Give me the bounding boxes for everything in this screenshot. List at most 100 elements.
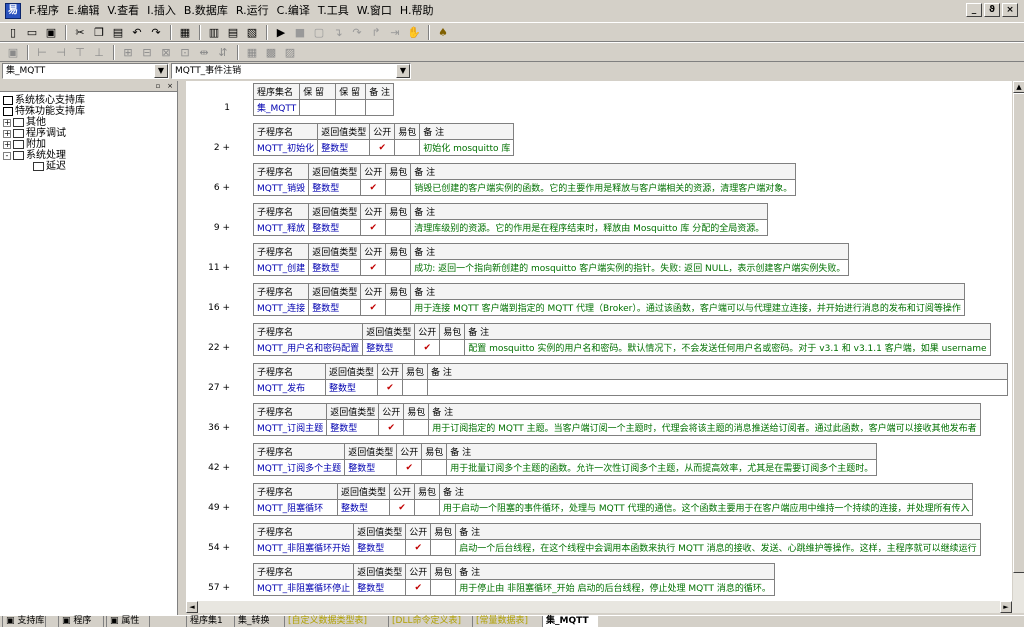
- public-check-icon[interactable]: ✔: [378, 419, 405, 436]
- undo-icon[interactable]: ↶: [128, 24, 146, 41]
- hand-icon[interactable]: ✋: [405, 24, 423, 41]
- menu-item-3[interactable]: I.插入: [143, 2, 180, 20]
- center-horizontal-icon[interactable]: ⊞: [119, 44, 137, 61]
- space-vertical-icon[interactable]: ⇵: [214, 44, 232, 61]
- expand-icon[interactable]: +: [3, 118, 11, 127]
- line-number[interactable]: 42 +: [190, 463, 230, 473]
- line-number[interactable]: 9 +: [190, 223, 230, 233]
- easy-pack-cell[interactable]: [421, 459, 448, 476]
- find-icon[interactable]: ▦: [176, 24, 194, 41]
- same-height-icon[interactable]: ⊡: [176, 44, 194, 61]
- note-cell[interactable]: 配置 mosquitto 实例的用户名和密码。默认情况下，不会发送任何用户名或密…: [464, 339, 991, 356]
- center-vertical-icon[interactable]: ⊟: [138, 44, 156, 61]
- tree-item[interactable]: - 系统处理: [3, 150, 177, 161]
- run-icon[interactable]: ▶: [272, 24, 290, 41]
- panel-close-icon[interactable]: ×: [166, 82, 174, 90]
- subroutine-name[interactable]: MQTT_发布: [253, 379, 326, 396]
- public-check-icon[interactable]: ✔: [360, 219, 387, 236]
- menu-item-1[interactable]: E.编辑: [63, 2, 103, 20]
- menu-item-8[interactable]: W.窗口: [353, 2, 396, 20]
- menu-item-0[interactable]: F.程序: [25, 2, 63, 20]
- note-cell[interactable]: 启动一个后台线程，在这个线程中会调用本函数来执行 MQTT 消息的接收、发送、心…: [455, 539, 981, 556]
- layout-icon[interactable]: ▤: [224, 24, 242, 41]
- table-row[interactable]: MQTT_创建 整数型 ✔ 成功: 返回一个指向新创建的 mosquitto 客户端实…: [252, 259, 850, 276]
- tree-item[interactable]: 特殊功能支持库: [3, 106, 177, 117]
- table-row[interactable]: MQTT_连接 整数型 ✔ 用于连接 MQTT 客户端到指定的 MQTT 代理（Bro…: [252, 299, 965, 316]
- save-icon[interactable]: ▣: [42, 24, 60, 41]
- subroutine-name[interactable]: MQTT_阻塞循环: [253, 499, 338, 516]
- run-to-cursor-icon[interactable]: ⇥: [386, 24, 404, 41]
- file-tab-3[interactable]: [DLL命令定义表]: [388, 616, 470, 627]
- subroutine-combo[interactable]: MQTT_事件注销 ▼: [171, 63, 411, 79]
- layout-icon[interactable]: ▧: [243, 24, 261, 41]
- table-row[interactable]: MQTT_订阅多个主题 整数型 ✔ 用于批量订阅多个主题的函数。允许一次性订阅多个主题…: [252, 459, 878, 476]
- line-number[interactable]: 27 +: [190, 383, 230, 393]
- align-bottom-icon[interactable]: ⊥: [90, 44, 108, 61]
- line-number[interactable]: 54 +: [190, 543, 230, 553]
- subroutine-name[interactable]: MQTT_订阅主题: [252, 419, 328, 436]
- align-right-icon[interactable]: ⊣: [52, 44, 70, 61]
- subroutine-name[interactable]: MQTT_连接: [252, 299, 310, 316]
- file-tab-5[interactable]: 集_MQTT: [542, 616, 598, 627]
- note-cell[interactable]: 用于停止由 非阻塞循环_开始 启动的后台线程，停止处理 MQTT 消息的循环。: [455, 579, 775, 596]
- same-width-icon[interactable]: ⊠: [157, 44, 175, 61]
- binoculars-icon[interactable]: ♠: [434, 24, 452, 41]
- menu-item-4[interactable]: B.数据库: [180, 2, 232, 20]
- easy-pack-cell[interactable]: [402, 379, 429, 396]
- note-cell[interactable]: 用于订阅指定的 MQTT 主题。当客户端订阅一个主题时，代理会将该主题的消息推送…: [428, 419, 981, 436]
- chevron-down-icon[interactable]: ▼: [396, 64, 410, 78]
- menu-item-9[interactable]: H.帮助: [396, 2, 438, 20]
- panel-pin-icon[interactable]: ▫: [154, 82, 162, 90]
- grid-icon[interactable]: ▩: [262, 44, 280, 61]
- return-type[interactable]: 整数型: [308, 219, 362, 236]
- step-icon[interactable]: ▢: [310, 24, 328, 41]
- redo-icon[interactable]: ↷: [147, 24, 165, 41]
- public-check-icon[interactable]: ✔: [377, 379, 404, 396]
- easy-pack-cell[interactable]: [394, 139, 421, 156]
- line-number[interactable]: 49 +: [190, 503, 230, 513]
- return-type[interactable]: 整数型: [326, 419, 380, 436]
- note-cell[interactable]: 用于批量订阅多个主题的函数。允许一次性订阅多个主题，从而提高效率，尤其是在需要订…: [446, 459, 878, 476]
- easy-pack-cell[interactable]: [439, 339, 466, 356]
- program-set-combo[interactable]: 集_MQTT ▼: [2, 63, 169, 79]
- easy-pack-cell[interactable]: [385, 219, 412, 236]
- file-tab-1[interactable]: 集_转换: [234, 616, 282, 627]
- public-check-icon[interactable]: ✔: [389, 499, 416, 516]
- return-type[interactable]: 整数型: [353, 579, 407, 596]
- note-cell[interactable]: [365, 99, 395, 116]
- return-type[interactable]: 整数型: [362, 339, 416, 356]
- table-row[interactable]: MQTT_非阻塞循环开始 整数型 ✔ 启动一个后台线程，在这个线程中会调用本函数来执行…: [252, 539, 981, 556]
- file-tab-2[interactable]: [自定义数据类型表]: [284, 616, 386, 627]
- tree-item[interactable]: 系统核心支持库: [3, 95, 177, 106]
- stop-icon[interactable]: ■: [291, 24, 309, 41]
- left-tab-2[interactable]: ▣ 属性: [106, 616, 150, 627]
- left-tab-1[interactable]: ▣ 程序: [58, 616, 104, 627]
- subroutine-name[interactable]: MQTT_非阻塞循环停止: [252, 579, 355, 596]
- public-check-icon[interactable]: ✔: [369, 139, 396, 156]
- public-check-icon[interactable]: ✔: [405, 579, 432, 596]
- step-out-icon[interactable]: ↱: [367, 24, 385, 41]
- table-row[interactable]: MQTT_初始化 整数型 ✔ 初始化 mosquitto 库: [252, 139, 515, 156]
- line-number[interactable]: 22 +: [190, 343, 230, 353]
- table-row[interactable]: MQTT_释放 整数型 ✔ 清理库级别的资源。它的作用是在程序结束时，释放由 Mosq…: [252, 219, 769, 236]
- easy-pack-cell[interactable]: [403, 419, 430, 436]
- mdi-minimize-button[interactable]: _: [966, 3, 982, 17]
- table-row[interactable]: MQTT_销毁 整数型 ✔ 销毁已创建的客户端实例的函数。它的主要作用是释放与客户端相…: [252, 179, 797, 196]
- easy-pack-cell[interactable]: [385, 179, 412, 196]
- scroll-thumb[interactable]: [1013, 93, 1024, 573]
- return-type[interactable]: 整数型: [324, 379, 379, 396]
- reserved-cell[interactable]: [299, 99, 337, 116]
- tree-item[interactable]: + 附加: [3, 139, 177, 150]
- return-type[interactable]: 整数型: [353, 539, 407, 556]
- line-number[interactable]: 16 +: [190, 303, 230, 313]
- public-check-icon[interactable]: ✔: [360, 179, 387, 196]
- tree-item[interactable]: + 程序调试: [3, 128, 177, 139]
- line-number[interactable]: 6 +: [190, 183, 230, 193]
- tree-item[interactable]: 延迟: [3, 161, 177, 172]
- code-editor[interactable]: 1 程序集名保 留保 留备 注集_MQTT 2 + 子程序名 返回值类型 公开 易包备 注M…: [186, 81, 1012, 601]
- program-set-name[interactable]: 集_MQTT: [252, 99, 301, 116]
- subroutine-name[interactable]: MQTT_销毁: [252, 179, 310, 196]
- layout-icon[interactable]: ▥: [205, 24, 223, 41]
- left-tab-0[interactable]: ▣ 支持库: [2, 616, 46, 627]
- cut-icon[interactable]: ✂: [71, 24, 89, 41]
